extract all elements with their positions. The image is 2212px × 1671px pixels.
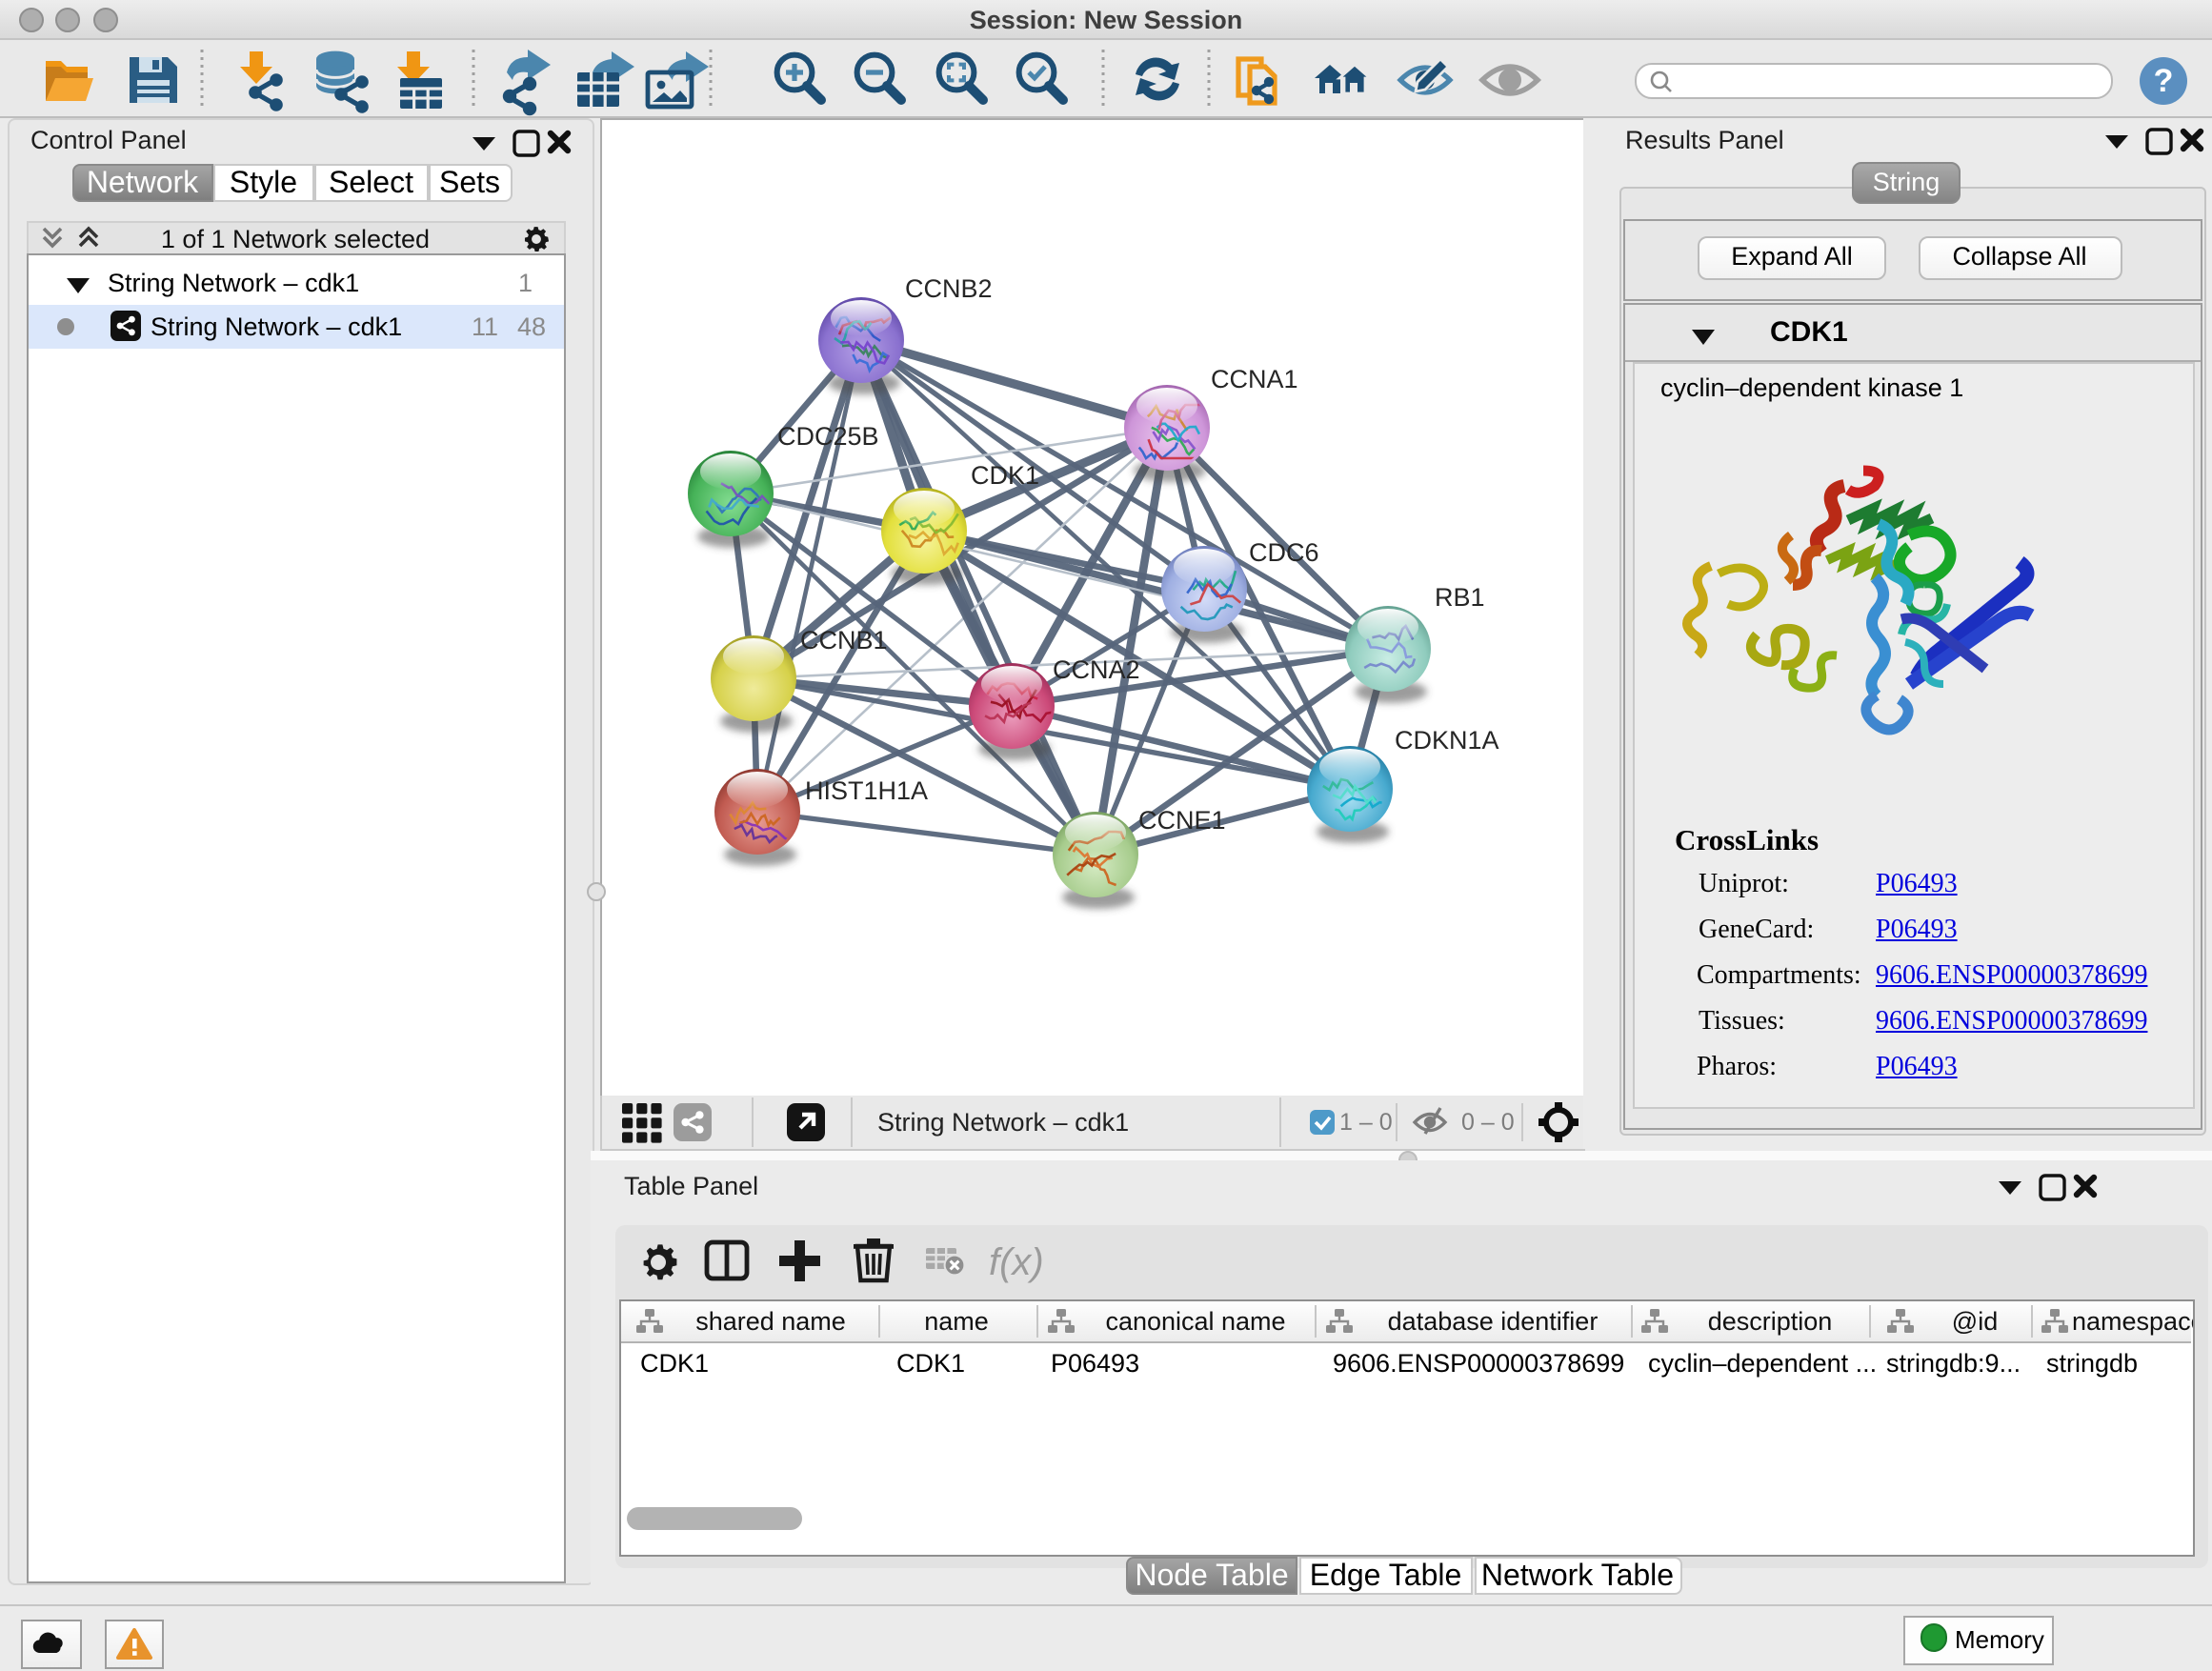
svg-text:HIST1H1A: HIST1H1A <box>804 776 927 805</box>
svg-text:?: ? <box>2154 62 2174 98</box>
svg-text:1 – 0: 1 – 0 <box>1338 1108 1392 1135</box>
svg-text:CCNA2: CCNA2 <box>1052 655 1139 684</box>
svg-text:CDKN1A: CDKN1A <box>1394 726 1498 755</box>
svg-text:RB1: RB1 <box>1434 583 1484 612</box>
svg-text:CDK1: CDK1 <box>970 461 1038 490</box>
svg-text:CCNB1: CCNB1 <box>799 626 887 654</box>
svg-text:0 – 0: 0 – 0 <box>1460 1108 1514 1135</box>
svg-text:CCNE1: CCNE1 <box>1137 806 1225 835</box>
svg-text:CCNB2: CCNB2 <box>904 274 992 303</box>
svg-text:CDC6: CDC6 <box>1248 538 1318 567</box>
svg-text:String Network – cdk1: String Network – cdk1 <box>876 1107 1128 1136</box>
svg-text:CCNA1: CCNA1 <box>1210 365 1297 393</box>
svg-text:CDC25B: CDC25B <box>776 422 878 451</box>
svg-text:f(x): f(x) <box>988 1241 1043 1283</box>
